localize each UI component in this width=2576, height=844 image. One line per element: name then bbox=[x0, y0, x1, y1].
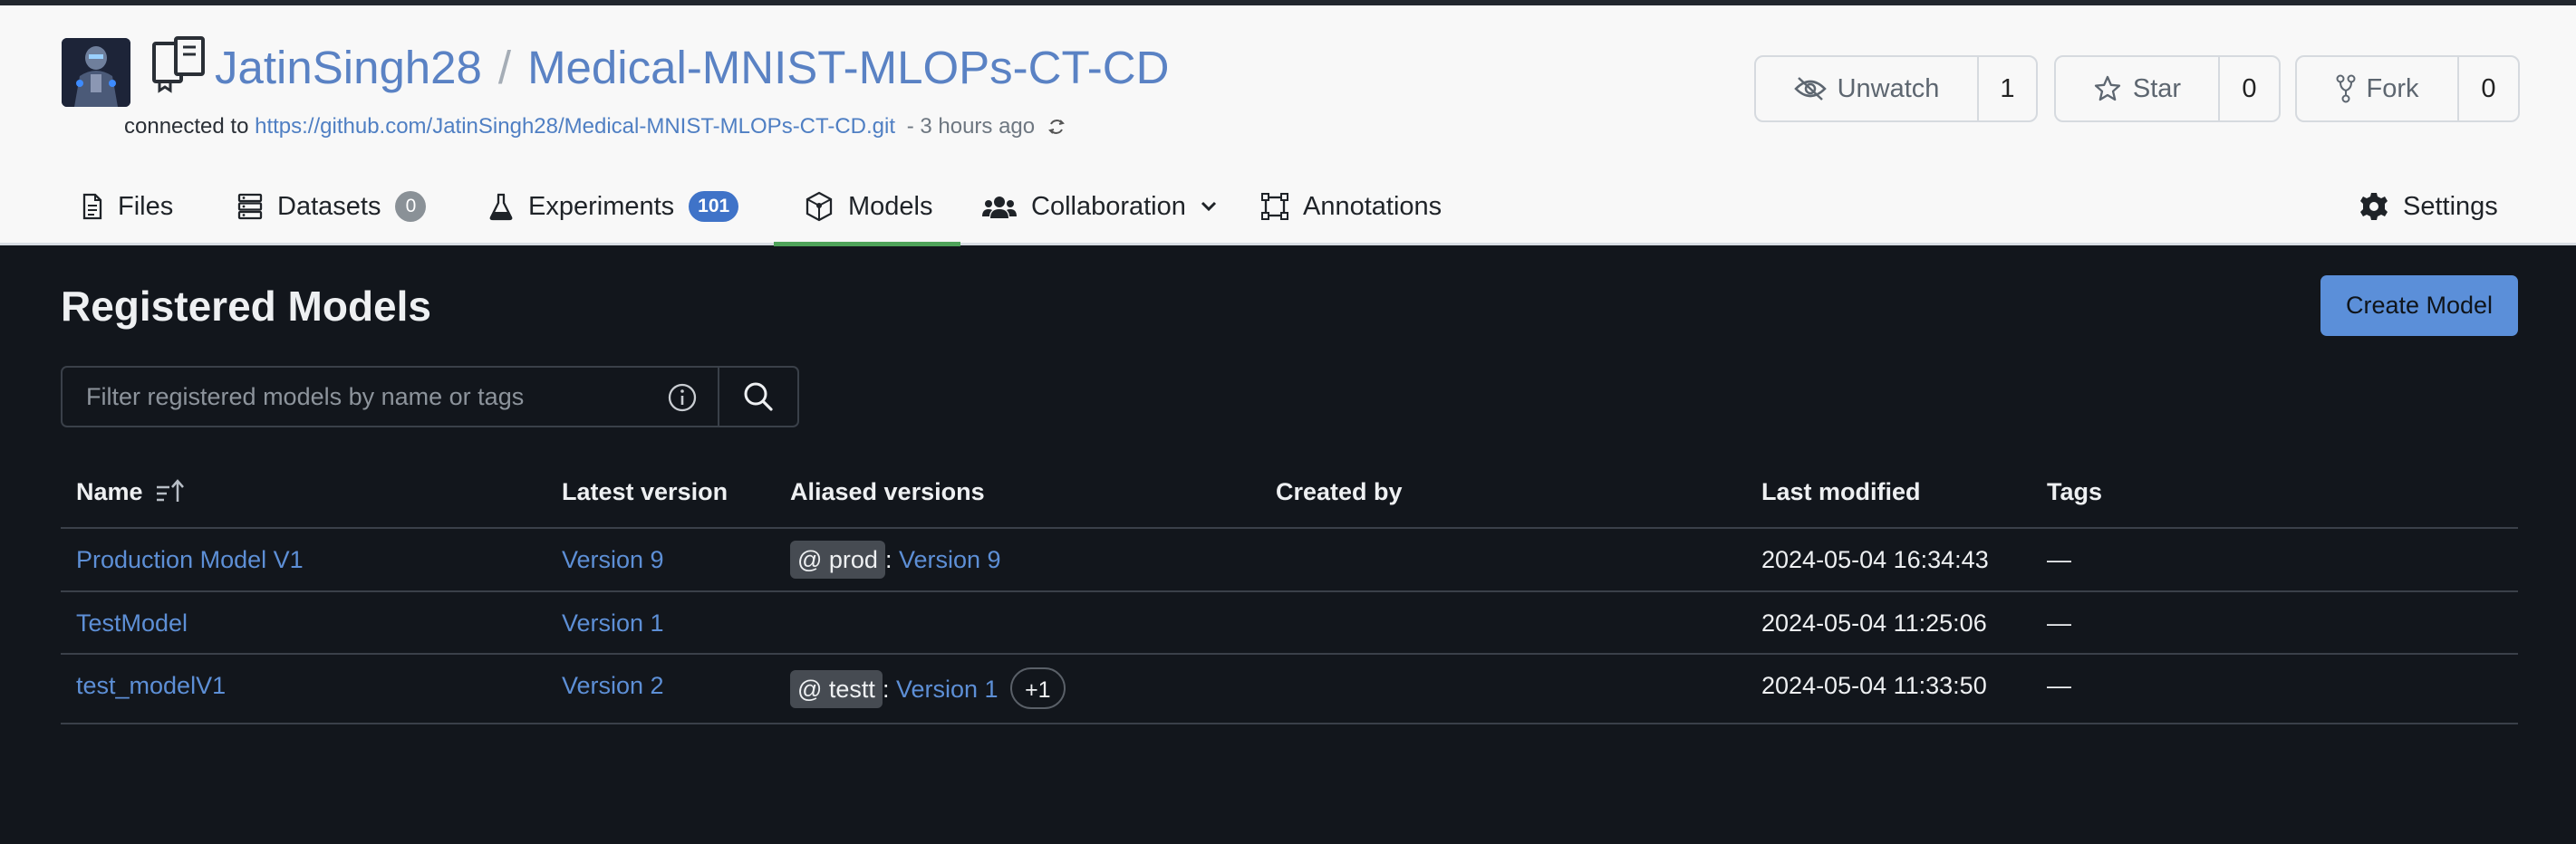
refresh-icon[interactable] bbox=[1047, 117, 1066, 137]
sort-ascending-icon[interactable] bbox=[155, 478, 186, 504]
last-modified-value: 2024-05-04 16:34:43 bbox=[1761, 546, 1989, 573]
model-name-link[interactable]: Production Model V1 bbox=[76, 543, 304, 576]
column-header-latest-version: Latest version bbox=[562, 478, 728, 505]
connected-prefix: connected to bbox=[124, 114, 249, 139]
model-search: Filter registered models by name or tags bbox=[61, 366, 799, 427]
tab-datasets-label: Datasets bbox=[277, 191, 381, 221]
tags-value: — bbox=[2047, 672, 2071, 699]
forks-count[interactable]: 0 bbox=[2459, 57, 2518, 120]
tab-experiments-label: Experiments bbox=[528, 191, 675, 221]
star-label: Star bbox=[2132, 73, 2182, 103]
column-header-created-by: Created by bbox=[1276, 478, 1403, 505]
users-icon bbox=[982, 197, 1017, 218]
last-sync-time: - 3 hours ago bbox=[906, 114, 1036, 139]
tab-experiments[interactable]: Experiments 101 bbox=[488, 176, 739, 237]
tab-models-label: Models bbox=[848, 191, 933, 221]
repo-owner-link[interactable]: JatinSingh28 bbox=[215, 42, 482, 93]
more-aliases-chip[interactable]: +1 bbox=[1010, 667, 1066, 709]
last-modified-value: 2024-05-04 11:25:06 bbox=[1761, 609, 1987, 637]
flask-icon bbox=[489, 193, 513, 221]
column-header-tags: Tags bbox=[2047, 478, 2103, 505]
repo-header: JatinSingh28 / Medical-MNIST-MLOPs-CT-CD c… bbox=[0, 5, 2576, 246]
tab-annotations[interactable]: Annotations bbox=[1261, 176, 1442, 237]
info-icon[interactable] bbox=[667, 382, 698, 413]
star-icon bbox=[2094, 75, 2121, 101]
fork-label: Fork bbox=[2366, 73, 2419, 103]
unwatch-button-group: Unwatch 1 bbox=[1754, 55, 2038, 122]
tab-settings-label: Settings bbox=[2403, 191, 2498, 221]
column-header-name-label: Name bbox=[76, 478, 143, 505]
model-name-link[interactable]: test_modelV1 bbox=[76, 669, 226, 702]
search-input[interactable]: Filter registered models by name or tags bbox=[63, 368, 718, 426]
experiments-count-badge: 101 bbox=[689, 191, 739, 222]
tab-models[interactable]: Models bbox=[805, 176, 933, 237]
table-row-divider bbox=[61, 590, 2518, 592]
unwatch-button[interactable]: Unwatch bbox=[1756, 57, 1979, 120]
repository-icon bbox=[152, 36, 205, 93]
table-row-divider bbox=[61, 653, 2518, 655]
column-header-aliased-versions: Aliased versions bbox=[790, 478, 985, 505]
tags-value: — bbox=[2047, 609, 2071, 637]
tab-annotations-label: Annotations bbox=[1303, 191, 1442, 221]
latest-version-link[interactable]: Version 2 bbox=[562, 669, 664, 702]
star-button[interactable]: Star bbox=[2056, 57, 2220, 120]
latest-version-link[interactable]: Version 9 bbox=[562, 543, 664, 576]
alias-chip[interactable]: @ testt bbox=[790, 670, 883, 708]
chevron-down-icon bbox=[1201, 201, 1216, 212]
connected-url-link[interactable]: https://github.com/JatinSingh28/Medical-… bbox=[255, 114, 895, 139]
repo-name-link[interactable]: Medical-MNIST-MLOPs-CT-CD bbox=[527, 42, 1169, 93]
stars-count[interactable]: 0 bbox=[2220, 57, 2279, 120]
unwatch-label: Unwatch bbox=[1837, 73, 1940, 103]
search-button[interactable] bbox=[718, 368, 797, 426]
file-icon bbox=[82, 193, 102, 220]
create-model-button[interactable]: Create Model bbox=[2320, 275, 2518, 336]
active-tab-indicator bbox=[774, 242, 960, 246]
column-header-last-modified: Last modified bbox=[1761, 478, 1921, 505]
tags-value: — bbox=[2047, 546, 2071, 573]
database-icon bbox=[237, 193, 263, 220]
model-name-link[interactable]: TestModel bbox=[76, 607, 188, 639]
repo-separator: / bbox=[497, 42, 512, 93]
alias-version-link[interactable]: Version 1 bbox=[896, 676, 999, 703]
search-placeholder: Filter registered models by name or tags bbox=[86, 382, 525, 410]
eye-slash-icon bbox=[1793, 77, 1827, 101]
search-icon bbox=[744, 382, 773, 411]
tab-settings[interactable]: Settings bbox=[2359, 176, 2498, 237]
fork-icon bbox=[2336, 74, 2355, 103]
tab-collaboration[interactable]: Collaboration bbox=[982, 176, 1217, 237]
repo-title: JatinSingh28 / Medical-MNIST-MLOPs-CT-CD bbox=[215, 40, 1169, 96]
page-title: Registered Models bbox=[61, 283, 431, 330]
alias-version-link[interactable]: Version 9 bbox=[899, 546, 1001, 573]
bounding-box-icon bbox=[1261, 193, 1288, 220]
fork-button[interactable]: Fork bbox=[2297, 57, 2459, 120]
tab-collaboration-label: Collaboration bbox=[1031, 191, 1186, 221]
column-header-name[interactable]: Name bbox=[76, 478, 186, 506]
alias-chip[interactable]: @ prod bbox=[790, 541, 885, 579]
connected-info: connected to https://github.com/JatinSin… bbox=[124, 112, 1066, 141]
aliased-versions-cell: @ prod: Version 9 bbox=[790, 541, 1001, 579]
table-divider bbox=[61, 527, 2518, 529]
datasets-count-badge: 0 bbox=[395, 191, 427, 222]
cube-model-icon bbox=[806, 191, 833, 222]
table-row-divider bbox=[61, 723, 2518, 724]
gear-icon bbox=[2360, 193, 2388, 220]
latest-version-link[interactable]: Version 1 bbox=[562, 607, 664, 639]
star-button-group: Star 0 bbox=[2054, 55, 2281, 122]
watchers-count[interactable]: 1 bbox=[1979, 57, 2036, 120]
tab-datasets[interactable]: Datasets 0 bbox=[237, 176, 427, 237]
fork-button-group: Fork 0 bbox=[2295, 55, 2520, 122]
tab-files-label: Files bbox=[118, 191, 174, 221]
aliased-versions-cell: @ testt: Version 1 +1 bbox=[790, 667, 1066, 709]
last-modified-value: 2024-05-04 11:33:50 bbox=[1761, 672, 1987, 699]
owner-avatar[interactable] bbox=[62, 38, 130, 107]
tab-files[interactable]: Files bbox=[82, 176, 173, 237]
